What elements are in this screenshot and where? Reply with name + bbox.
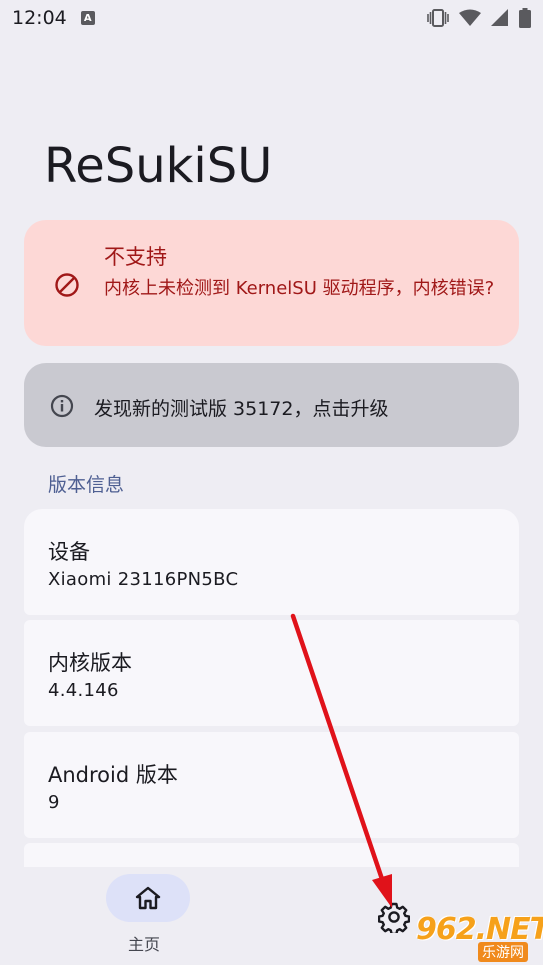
error-description: 内核上未检测到 KernelSU 驱动程序，内核错误? — [104, 278, 495, 299]
notification-icon: A — [80, 11, 95, 25]
nav-home-label: 主页 — [128, 935, 161, 954]
kernel-status-card[interactable]: 不支持 内核上未检测到 KernelSU 驱动程序，内核错误? — [24, 220, 519, 346]
status-time: 12:04 — [12, 7, 67, 29]
android-version-value: 9 — [48, 792, 60, 813]
device-label: 设备 — [48, 540, 90, 564]
device-card: 设备 Xiaomi 23116PN5BC — [24, 509, 519, 615]
kernel-version-card: 内核版本 4.4.146 — [24, 620, 519, 726]
kernel-version-label: 内核版本 — [48, 651, 132, 675]
app-title: ReSukiSU — [44, 138, 273, 194]
home-icon — [135, 886, 161, 910]
block-icon — [55, 273, 79, 297]
info-icon — [50, 394, 74, 418]
android-version-card: Android 版本 9 — [24, 732, 519, 838]
version-info-heading: 版本信息 — [48, 474, 125, 496]
android-version-label: Android 版本 — [48, 763, 178, 787]
device-value: Xiaomi 23116PN5BC — [48, 569, 239, 590]
battery-icon — [519, 8, 531, 28]
wifi-icon — [459, 9, 481, 26]
update-text: 发现新的测试版 35172，点击升级 — [94, 398, 389, 420]
signal-icon — [491, 9, 508, 26]
vibrate-icon — [427, 9, 449, 27]
status-bar: 12:04 A — [0, 0, 543, 36]
error-title: 不支持 — [104, 245, 167, 269]
nav-home-button[interactable] — [106, 874, 190, 922]
kernel-version-value: 4.4.146 — [48, 680, 119, 701]
watermark-logo: 962.NET 乐游网 — [410, 912, 543, 964]
gear-icon — [377, 902, 411, 936]
update-card[interactable]: 发现新的测试版 35172，点击升级 — [24, 363, 519, 447]
watermark-sub: 乐游网 — [478, 942, 528, 962]
nav-settings-button[interactable] — [377, 901, 411, 937]
